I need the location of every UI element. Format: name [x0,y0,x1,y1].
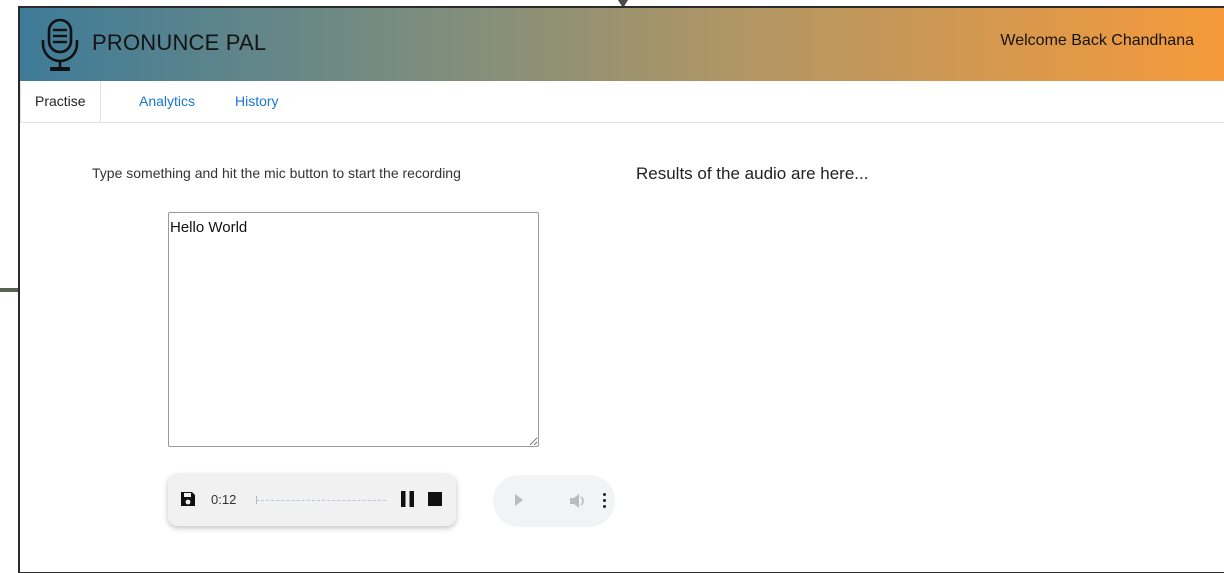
frame-tick [0,288,18,292]
audio-player [493,475,615,527]
app-header: PRONUNCE PAL Welcome Back Chandhana [20,8,1224,81]
results-heading: Results of the audio are here... [636,164,869,183]
play-icon[interactable] [515,494,523,506]
practice-instructions: Type something and hit the mic button to… [92,165,461,181]
welcome-message: Welcome Back Chandhana [1000,32,1194,49]
pause-icon[interactable] [401,491,414,507]
recording-waveform-track [256,500,386,502]
tab-analytics[interactable]: Analytics [139,81,195,121]
practice-text-input[interactable]: Hello World [168,212,539,447]
volume-icon[interactable] [569,493,587,509]
stop-icon[interactable] [428,492,442,506]
tab-practise[interactable]: Practise [20,81,101,122]
app-title: PRONUNCE PAL [92,30,267,55]
more-vertical-icon[interactable] [603,493,607,509]
save-icon[interactable] [180,491,196,507]
recording-time: 0:12 [211,492,237,507]
tab-bar: Practise Analytics History [20,81,1224,123]
app-window: PRONUNCE PAL Welcome Back Chandhana Prac… [18,6,1224,573]
audio-recorder: 0:12 [168,474,456,526]
microphone-icon [41,18,79,71]
tab-history[interactable]: History [235,81,279,121]
